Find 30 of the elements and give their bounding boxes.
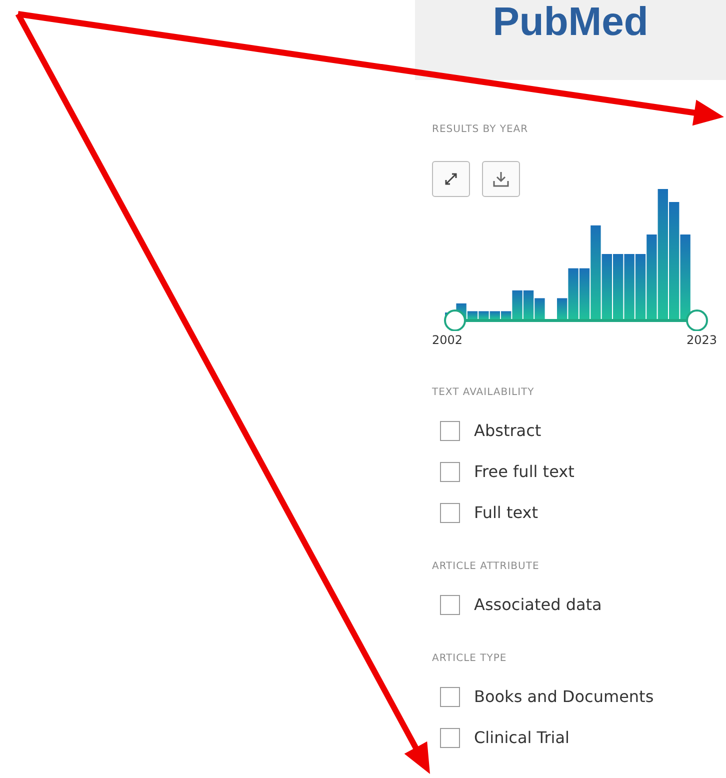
filter-option[interactable]: Books and Documents <box>432 676 717 717</box>
histogram-bar <box>635 254 646 319</box>
expand-icon <box>443 171 459 187</box>
expand-button[interactable] <box>432 161 470 197</box>
filter-option[interactable]: Abstract <box>432 410 717 451</box>
filter-option[interactable]: Associated data <box>432 584 717 625</box>
section-heading: TEXT AVAILABILITY <box>432 387 536 398</box>
section-heading: RESULTS BY YEAR <box>432 124 530 135</box>
download-icon <box>492 170 510 188</box>
year-label: 2002 <box>432 333 463 347</box>
logo[interactable]: PubMed <box>492 2 648 42</box>
slider-handle[interactable] <box>444 310 466 331</box>
filter-option[interactable]: Full text <box>432 492 717 533</box>
checkbox[interactable] <box>440 728 460 748</box>
histogram-bar <box>613 254 624 319</box>
filter-option[interactable]: Free full text <box>432 451 717 492</box>
checkbox[interactable] <box>440 594 460 614</box>
histogram-bar <box>624 254 634 319</box>
histogram-bar <box>523 290 534 319</box>
checkbox[interactable] <box>440 462 460 482</box>
checkbox[interactable] <box>440 420 460 440</box>
checkbox[interactable] <box>440 686 460 706</box>
year-label: 2023 <box>686 333 717 347</box>
download-button[interactable] <box>482 161 520 197</box>
histogram-bar <box>534 298 545 319</box>
checkbox[interactable] <box>440 502 460 522</box>
section-heading: ARTICLE ATTRIBUTE <box>432 561 540 572</box>
slider-handle[interactable] <box>686 310 708 331</box>
filter-option[interactable]: Clinical Trial <box>432 717 717 758</box>
section-heading: ARTICLE TYPE <box>432 653 508 664</box>
